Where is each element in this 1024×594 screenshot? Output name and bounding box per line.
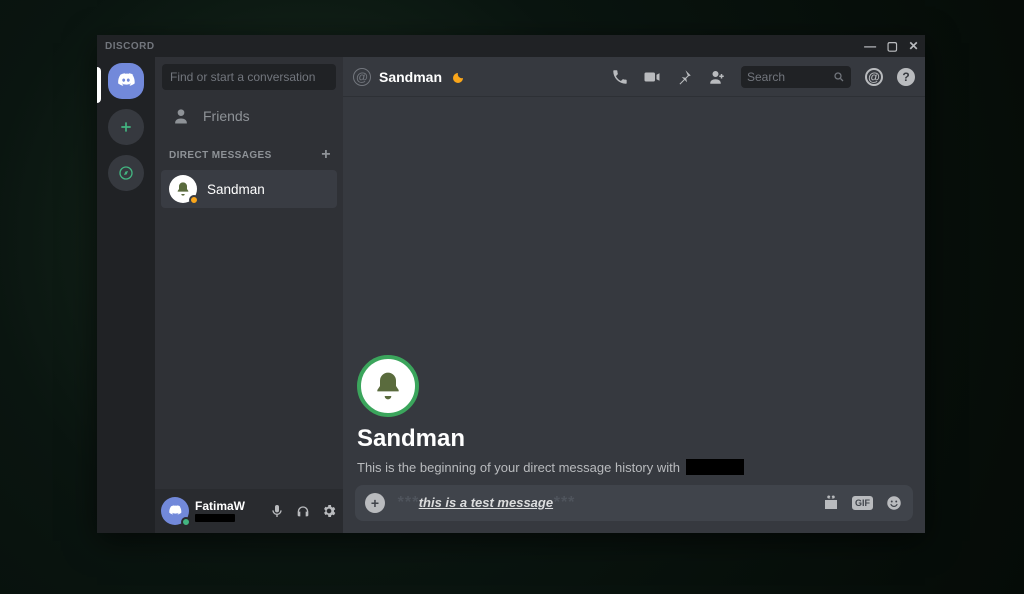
bell-avatar-icon bbox=[175, 181, 191, 197]
explore-button[interactable] bbox=[108, 155, 144, 191]
dm-header-label: DIRECT MESSAGES bbox=[169, 150, 272, 161]
selected-server-pill bbox=[97, 67, 101, 103]
message-composer[interactable]: + ***this is a test message*** GIF bbox=[355, 485, 913, 521]
add-user-icon bbox=[707, 68, 727, 86]
redacted-tag bbox=[686, 459, 744, 475]
close-button[interactable]: ✕ bbox=[908, 39, 919, 53]
home-button[interactable] bbox=[108, 63, 144, 99]
pinned-button[interactable] bbox=[675, 68, 693, 86]
self-username: FatimaW bbox=[195, 500, 245, 513]
voice-call-button[interactable] bbox=[611, 68, 629, 86]
plus-icon bbox=[118, 119, 134, 135]
message-list: Sandman This is the beginning of your di… bbox=[343, 97, 925, 485]
phone-icon bbox=[611, 68, 629, 86]
minimize-button[interactable]: — bbox=[864, 39, 877, 53]
self-names: FatimaW bbox=[195, 500, 245, 522]
gift-button[interactable] bbox=[822, 494, 840, 512]
status-idle-icon bbox=[452, 72, 462, 82]
search-placeholder: Find or start a conversation bbox=[170, 70, 315, 84]
mentions-button[interactable]: @ bbox=[865, 68, 883, 86]
at-icon: @ bbox=[353, 68, 371, 86]
video-icon bbox=[643, 68, 661, 86]
contact-big-avatar bbox=[357, 355, 419, 417]
mic-icon bbox=[269, 503, 285, 519]
dm-item-sandman[interactable]: Sandman bbox=[161, 170, 337, 208]
self-avatar[interactable] bbox=[161, 497, 189, 525]
gift-icon bbox=[822, 494, 840, 512]
conversation-search[interactable]: Find or start a conversation bbox=[162, 64, 336, 90]
bell-avatar-icon bbox=[372, 370, 404, 402]
add-friends-button[interactable] bbox=[707, 68, 727, 86]
pin-icon bbox=[675, 68, 693, 86]
compass-icon bbox=[118, 165, 134, 181]
gif-button[interactable]: GIF bbox=[852, 496, 873, 510]
composer-content[interactable]: ***this is a test message*** bbox=[397, 494, 575, 512]
add-server-button[interactable] bbox=[108, 109, 144, 145]
chat-header: @ Sandman bbox=[343, 57, 925, 97]
dm-avatar bbox=[169, 175, 197, 203]
emoji-icon bbox=[885, 494, 903, 512]
search-icon bbox=[833, 71, 845, 83]
discord-window: DISCORD — ▢ ✕ Find or start a conversati… bbox=[97, 35, 925, 533]
dm-section-header: DIRECT MESSAGES + bbox=[155, 136, 343, 168]
dm-sidebar: Find or start a conversation Friends DIR… bbox=[155, 57, 343, 533]
friends-label: Friends bbox=[203, 108, 250, 124]
maximize-button[interactable]: ▢ bbox=[887, 39, 899, 53]
server-list bbox=[97, 57, 155, 533]
contact-big-name: Sandman bbox=[357, 425, 911, 453]
titlebar: DISCORD — ▢ ✕ bbox=[97, 35, 925, 57]
app-brand: DISCORD bbox=[105, 41, 155, 52]
attach-button[interactable]: + bbox=[365, 493, 385, 513]
mute-button[interactable] bbox=[269, 503, 285, 519]
settings-button[interactable] bbox=[321, 503, 337, 519]
help-button[interactable]: ? bbox=[897, 68, 915, 86]
create-dm-button[interactable]: + bbox=[321, 146, 331, 164]
video-call-button[interactable] bbox=[643, 68, 661, 86]
search-placeholder: Search bbox=[747, 70, 785, 84]
dm-name: Sandman bbox=[207, 182, 265, 197]
chat-main: @ Sandman bbox=[343, 57, 925, 533]
headphones-icon bbox=[295, 503, 311, 519]
gear-icon bbox=[321, 503, 337, 519]
friends-icon bbox=[171, 106, 191, 126]
deafen-button[interactable] bbox=[295, 503, 311, 519]
status-online-icon bbox=[181, 517, 191, 527]
discord-logo-icon bbox=[167, 503, 183, 519]
emoji-button[interactable] bbox=[885, 494, 903, 512]
history-text: This is the beginning of your direct mes… bbox=[357, 459, 911, 475]
discord-logo-icon bbox=[115, 70, 137, 92]
message-search[interactable]: Search bbox=[741, 66, 851, 88]
status-idle-icon bbox=[189, 195, 199, 205]
self-tag-redacted bbox=[195, 514, 235, 522]
friends-nav[interactable]: Friends bbox=[161, 98, 337, 134]
chat-title: Sandman bbox=[379, 69, 442, 85]
user-panel: FatimaW bbox=[155, 489, 343, 533]
